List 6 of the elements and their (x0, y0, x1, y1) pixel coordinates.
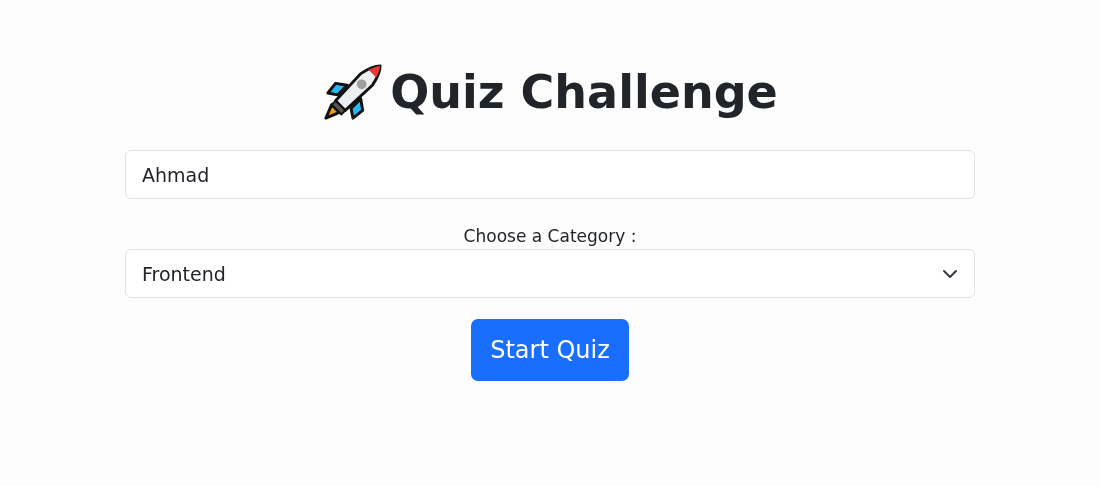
category-label: Choose a Category : (463, 226, 637, 246)
category-select[interactable]: Frontend (125, 249, 975, 298)
chevron-down-icon (942, 267, 958, 280)
start-quiz-button[interactable]: Start Quiz (471, 319, 629, 381)
page-title: Quiz Challenge (390, 65, 778, 121)
name-field[interactable]: Ahmad (125, 150, 975, 199)
